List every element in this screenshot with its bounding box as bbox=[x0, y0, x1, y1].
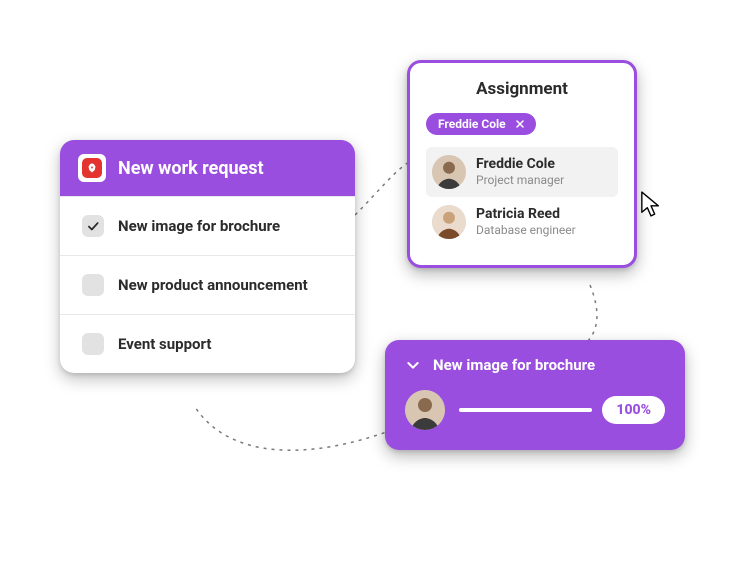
chip-label: Freddie Cole bbox=[438, 117, 506, 131]
assignee-option[interactable]: Patricia Reed Database engineer bbox=[426, 197, 618, 247]
request-item[interactable]: New image for brochure bbox=[60, 196, 355, 255]
checkbox-checked-icon[interactable] bbox=[82, 215, 104, 237]
assignee-name: Freddie Cole bbox=[476, 157, 564, 172]
request-item-label: New image for brochure bbox=[118, 217, 280, 236]
request-item[interactable]: Event support bbox=[60, 314, 355, 373]
app-icon bbox=[78, 154, 106, 182]
work-request-header: New work request bbox=[60, 140, 355, 196]
assignment-title: Assignment bbox=[426, 79, 618, 99]
cursor-icon bbox=[640, 190, 662, 218]
progress-title: New image for brochure bbox=[433, 356, 595, 374]
avatar bbox=[405, 390, 445, 430]
close-icon[interactable] bbox=[514, 118, 526, 130]
assignment-card: Assignment Freddie Cole Freddie Cole Pro… bbox=[407, 60, 637, 268]
assignee-name: Patricia Reed bbox=[476, 207, 576, 222]
request-item-label: New product announcement bbox=[118, 276, 308, 295]
progress-card: New image for brochure 100% bbox=[385, 340, 685, 450]
checkbox-unchecked-icon[interactable] bbox=[82, 274, 104, 296]
assignee-list: Freddie Cole Project manager Patricia Re… bbox=[426, 147, 618, 247]
work-request-card: New work request New image for brochure … bbox=[60, 140, 355, 373]
request-item[interactable]: New product announcement bbox=[60, 255, 355, 314]
avatar bbox=[432, 155, 466, 189]
request-item-label: Event support bbox=[118, 335, 211, 354]
avatar bbox=[432, 205, 466, 239]
progress-bar bbox=[459, 408, 592, 412]
assignee-chip[interactable]: Freddie Cole bbox=[426, 113, 536, 135]
assignee-role: Project manager bbox=[476, 174, 564, 187]
progress-percent: 100% bbox=[602, 396, 665, 424]
checkbox-unchecked-icon[interactable] bbox=[82, 333, 104, 355]
work-request-title: New work request bbox=[118, 158, 264, 179]
progress-header[interactable]: New image for brochure bbox=[405, 356, 665, 374]
assignee-option[interactable]: Freddie Cole Project manager bbox=[426, 147, 618, 197]
chevron-down-icon bbox=[405, 357, 421, 373]
lion-icon bbox=[82, 158, 102, 178]
assignee-role: Database engineer bbox=[476, 224, 576, 237]
progress-body: 100% bbox=[405, 390, 665, 430]
